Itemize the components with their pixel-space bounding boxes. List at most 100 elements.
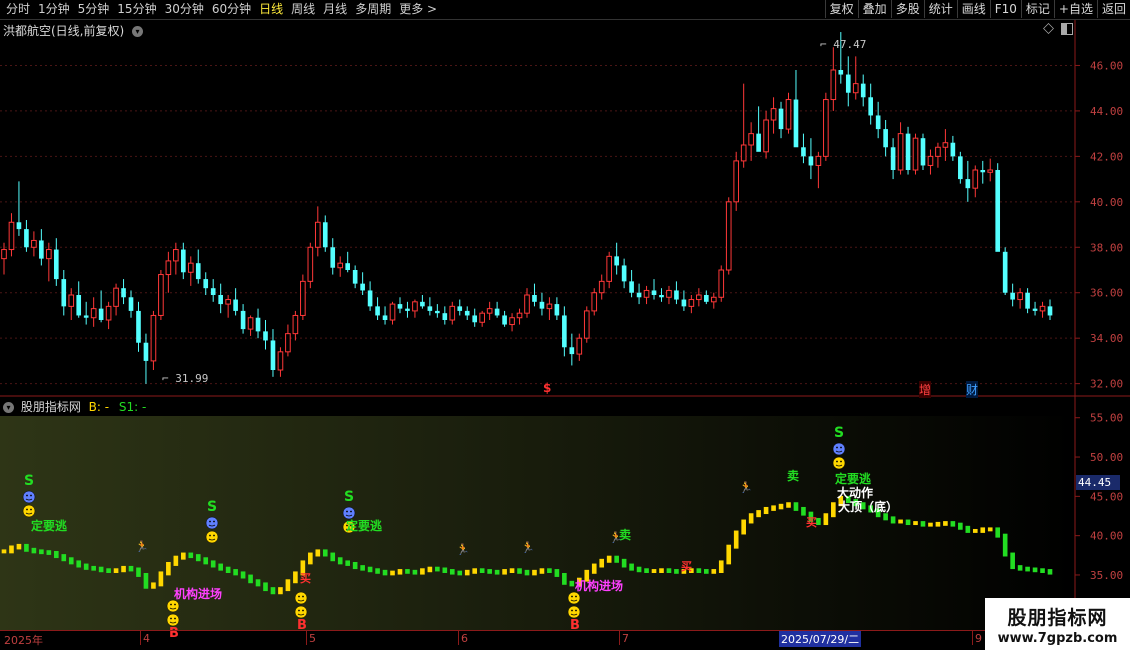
- indicator-bar: [980, 527, 986, 533]
- indicator-bar: [943, 521, 948, 526]
- indicator-bar: [562, 573, 567, 585]
- price-axis-label: 46.00: [1090, 59, 1123, 72]
- candle-body: [950, 142, 956, 157]
- smiley-icon-eye: [174, 617, 176, 620]
- candle-body: [778, 108, 784, 130]
- candle-body: [1032, 308, 1038, 311]
- candle-body: [621, 265, 627, 282]
- candle-body: [68, 294, 75, 307]
- candle-body: [830, 69, 837, 101]
- indicator-axis-label: 50.00: [1090, 451, 1123, 464]
- smiley-icon: [294, 591, 308, 605]
- candle-body: [457, 306, 463, 311]
- indicator-bar: [68, 557, 74, 565]
- big-top-label: 大顶（底）: [838, 499, 898, 514]
- indicator-bar: [674, 569, 679, 574]
- candle-body: [524, 294, 530, 314]
- indicator-bar: [442, 567, 448, 573]
- candle-body: [382, 315, 388, 320]
- indicator-bar: [733, 530, 739, 549]
- blue-face-icon-eye: [209, 520, 211, 523]
- candle-body: [546, 303, 553, 310]
- indicator-bar: [748, 513, 754, 524]
- candles: [1, 32, 1053, 384]
- indicator-bar: [195, 554, 201, 562]
- increase-marker[interactable]: 增: [919, 381, 932, 398]
- big-action-label: 大动作: [837, 485, 873, 500]
- smiley-icon: [205, 530, 219, 544]
- runner-icon: 🏃: [609, 531, 623, 544]
- candle-body: [427, 306, 433, 311]
- indicator-bar: [121, 565, 126, 573]
- runner-icon: 🏃: [135, 540, 149, 553]
- indicator-bar: [890, 516, 896, 524]
- indicator-bar: [240, 571, 246, 579]
- candle-body: [696, 294, 702, 301]
- blue-face-icon: [205, 516, 219, 530]
- low-price-label: ⌐ 31.99: [162, 372, 209, 385]
- indicator-bar: [539, 568, 545, 574]
- indicator-bar: [53, 550, 59, 559]
- indicator-axis: 55.0050.0045.0040.0035.0030.00: [1075, 412, 1123, 621]
- smiley-icon-eye: [571, 609, 573, 612]
- chevron-down-icon[interactable]: ▾: [3, 402, 14, 413]
- candle-body: [136, 310, 141, 343]
- indicator-bar: [554, 569, 560, 577]
- candle-body: [150, 314, 157, 362]
- indicator-bar: [457, 570, 463, 576]
- candle-body: [995, 170, 1001, 252]
- candle-body: [255, 317, 261, 332]
- candle-body: [105, 305, 112, 321]
- indicator-bar: [786, 502, 791, 508]
- blue-face-icon-eye: [30, 494, 32, 497]
- candle-body: [569, 347, 575, 355]
- candle-body: [277, 351, 284, 371]
- indicator-bar: [666, 568, 672, 573]
- watermark-logo: 股朋指标网 www.7gpzb.com: [985, 598, 1130, 650]
- smiley-icon-eye: [174, 603, 176, 606]
- candle-body: [367, 290, 373, 307]
- candle-body: [845, 74, 851, 93]
- indicator-bar: [950, 521, 956, 527]
- candle-body: [748, 133, 754, 146]
- candle-body: [187, 262, 194, 273]
- indicator-bar: [405, 569, 410, 574]
- smiley-icon-eye: [575, 595, 577, 598]
- price-axis-label: 42.00: [1090, 150, 1123, 163]
- indicator-bar: [270, 587, 276, 595]
- candle-body: [233, 299, 238, 311]
- indicator-bar: [801, 506, 806, 516]
- candle-body: [763, 119, 769, 153]
- indicator-bar: [345, 560, 351, 566]
- dividend-marker[interactable]: $: [543, 381, 551, 395]
- candle-body: [322, 222, 328, 248]
- candle-body: [143, 342, 149, 361]
- candle-body: [479, 312, 485, 323]
- indicator-axis-label: 35.00: [1090, 569, 1123, 582]
- candle-body: [733, 160, 740, 203]
- candle-body: [464, 310, 470, 316]
- indicator-bar: [330, 552, 336, 562]
- indicator-bar: [173, 555, 179, 566]
- smiley-icon-eye: [302, 595, 304, 598]
- indicator-bar: [180, 552, 186, 560]
- candle-body: [113, 287, 119, 307]
- indicator-bar: [1032, 567, 1038, 573]
- indicator-bar: [1, 549, 7, 554]
- escape-label: 定要逃: [31, 518, 68, 533]
- indicator-bar: [517, 568, 522, 574]
- candle-body: [389, 303, 396, 321]
- candle-body: [1002, 251, 1008, 293]
- indicator-bar: [367, 566, 373, 573]
- indicator-bar: [375, 568, 380, 574]
- candle-body: [666, 289, 672, 298]
- indicator-bar: [9, 545, 14, 554]
- candle-body: [703, 295, 709, 302]
- smiley-icon-eye: [298, 595, 300, 598]
- indicator-bar: [905, 519, 911, 526]
- indicator-bar: [636, 566, 642, 573]
- candle-body: [725, 201, 732, 271]
- candle-body: [203, 279, 209, 289]
- finance-marker[interactable]: 财: [966, 381, 979, 398]
- candle-body: [1025, 292, 1030, 309]
